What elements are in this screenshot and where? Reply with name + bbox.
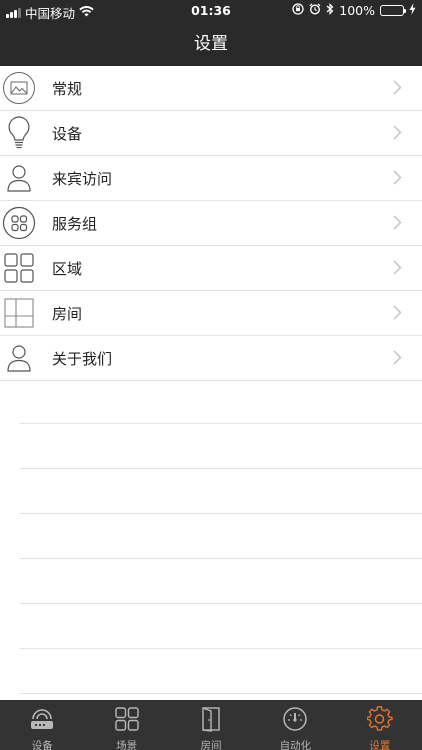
tab-label: 房间 — [200, 740, 222, 750]
room-layout-icon — [1, 295, 37, 331]
settings-item-label: 区域 — [52, 259, 83, 278]
chevron-right-icon — [393, 170, 402, 189]
picture-icon — [1, 70, 37, 106]
settings-item-guest-access[interactable]: 来宾访问 — [0, 156, 422, 201]
chevron-right-icon — [393, 260, 402, 279]
person-icon — [1, 340, 37, 376]
battery-icon — [380, 5, 406, 16]
nav-bar: 设置 — [0, 22, 422, 66]
bluetooth-icon — [326, 3, 334, 18]
chevron-right-icon — [393, 215, 402, 234]
page-title: 设置 — [194, 34, 228, 54]
empty-row-divider — [20, 468, 422, 469]
tab-automation[interactable]: 自动化 — [253, 700, 337, 750]
tab-label: 自动化 — [279, 740, 312, 750]
charging-icon — [409, 3, 416, 18]
person-icon — [1, 160, 37, 196]
empty-row-divider — [20, 513, 422, 514]
door-icon — [198, 706, 224, 736]
orientation-lock-icon — [292, 3, 304, 18]
tab-scenes[interactable]: 场景 — [84, 700, 168, 750]
tab-rooms[interactable]: 房间 — [169, 700, 253, 750]
settings-item-room[interactable]: 房间 — [0, 291, 422, 336]
empty-row-divider — [20, 423, 422, 424]
settings-item-devices[interactable]: 设备 — [0, 111, 422, 156]
chevron-right-icon — [393, 80, 402, 99]
status-bar: 中国移动 01:36 100% — [0, 0, 422, 22]
settings-item-label: 房间 — [52, 304, 83, 323]
settings-item-service-group[interactable]: 服务组 — [0, 201, 422, 246]
settings-list: 常规 设备 来宾访问 服务组 区域 房间 关于我们 — [0, 66, 422, 381]
tab-devices[interactable]: 设备 — [0, 700, 84, 750]
chevron-right-icon — [393, 305, 402, 324]
empty-row-divider — [20, 603, 422, 604]
empty-row-divider — [20, 648, 422, 649]
tab-label: 场景 — [116, 740, 138, 750]
router-icon — [29, 706, 55, 736]
grid-icon — [114, 706, 140, 736]
settings-item-label: 服务组 — [52, 214, 98, 233]
settings-item-label: 设备 — [52, 124, 83, 143]
tab-label: 设备 — [31, 740, 53, 750]
group-icon — [1, 205, 37, 241]
chevron-right-icon — [393, 125, 402, 144]
gear-icon — [366, 706, 393, 736]
settings-item-label: 关于我们 — [52, 349, 113, 368]
battery-percent: 100% — [339, 3, 375, 18]
settings-item-general[interactable]: 常规 — [0, 66, 422, 111]
lightbulb-icon — [1, 115, 37, 151]
settings-item-label: 常规 — [52, 79, 83, 98]
gauge-icon — [282, 706, 308, 736]
alarm-icon — [309, 3, 321, 18]
settings-item-area[interactable]: 区域 — [0, 246, 422, 291]
empty-row-divider — [20, 693, 422, 694]
grid-icon — [1, 250, 37, 286]
chevron-right-icon — [393, 350, 402, 369]
tab-settings[interactable]: 设置 — [338, 700, 422, 750]
empty-row-divider — [20, 558, 422, 559]
settings-item-label: 来宾访问 — [52, 169, 113, 188]
settings-item-about-us[interactable]: 关于我们 — [0, 336, 422, 381]
tab-bar: 设备 场景 房间 自动化 设置 — [0, 700, 422, 750]
tab-label: 设置 — [369, 740, 391, 750]
